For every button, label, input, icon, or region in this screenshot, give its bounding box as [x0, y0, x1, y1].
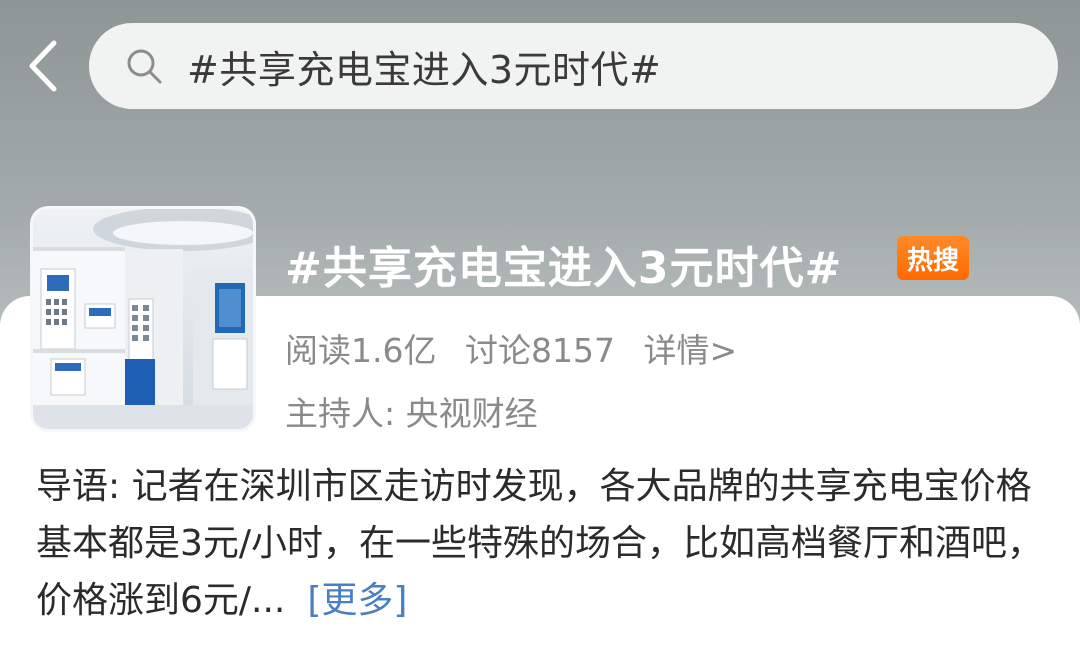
- read-count: 阅读1.6亿: [285, 331, 437, 370]
- topic-title: #共享充电宝进入3元时代#: [285, 243, 843, 294]
- topic-intro: 导语: 记者在深圳市区走访时发现，各大品牌的共享充电宝价格基本都是3元/小时，在…: [36, 458, 1046, 629]
- chevron-left-icon: [29, 40, 57, 92]
- hot-search-badge: 热搜: [897, 236, 969, 280]
- intro-text: 导语: 记者在深圳市区走访时发现，各大品牌的共享充电宝价格基本都是3元/小时，在…: [36, 466, 1044, 621]
- search-icon: [125, 47, 163, 85]
- discussion-count: 讨论8157: [464, 331, 615, 370]
- more-link[interactable]: [更多]: [307, 580, 407, 621]
- details-link[interactable]: 详情>: [643, 331, 737, 370]
- topic-host: 主持人: 央视财经: [285, 394, 538, 433]
- search-query[interactable]: #共享充电宝进入3元时代#: [187, 39, 661, 94]
- back-button[interactable]: [18, 36, 68, 96]
- topic-cover-image: [30, 206, 256, 432]
- search-bar[interactable]: #共享充电宝进入3元时代#: [89, 23, 1058, 109]
- topic-stats: 阅读1.6亿 讨论8157 详情>: [285, 324, 755, 372]
- top-bar: #共享充电宝进入3元时代#: [0, 0, 1080, 130]
